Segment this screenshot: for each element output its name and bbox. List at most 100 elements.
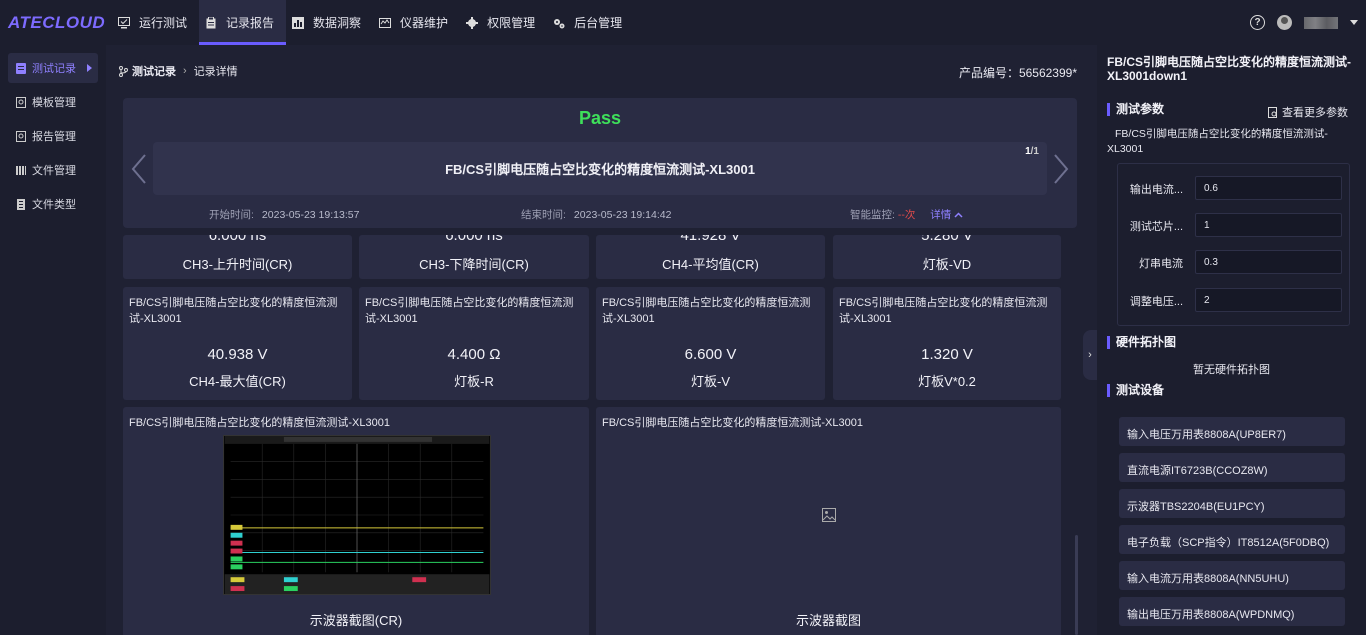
main-nav: 运行测试 记录报告 数据洞察 仪器维护 权限管理 后台管理 [112,0,634,45]
card-title: FB/CS引脚电压随占空比变化的精度恒流测试-XL3001 [602,297,811,325]
equipment-item[interactable]: 直流电源IT6723B(CCOZ8W) [1119,453,1345,482]
start-time-value: 2023-05-23 19:13:57 [261,209,360,221]
param-label: 测试芯片... [1129,221,1183,233]
detail-link[interactable]: 详情 [930,209,963,221]
equipment-item[interactable]: 输出电压万用表8808A(WPDNMQ) [1119,597,1345,626]
help-icon[interactable]: ? [1250,15,1265,30]
card-label: 灯板-VD [922,257,972,272]
nav-item-records[interactable]: 记录报告 [199,0,287,45]
nav-label: 权限管理 [487,16,536,30]
page-total: /1 [1030,146,1039,157]
clipboard-icon [206,16,216,28]
equipment-item[interactable]: 输入电流万用表8808A(NN5UHU) [1119,561,1345,590]
user-area: ? [1250,0,1358,45]
card-label: 示波器截图 [795,613,861,628]
nav-label: 仪器维护 [400,16,449,30]
value-card: FB/CS引脚电压随占空比变化的精度恒流测试-XL3001 40.938 V C… [123,287,352,400]
card-label: CH3-下降时间(CR) [419,257,529,272]
nav-label: 后台管理 [574,16,623,30]
param-label: 灯串电流 [1139,258,1183,270]
card-title: FB/CS引脚电压随占空比变化的精度恒流测试-XL3001 [365,297,574,325]
sidebar-item-label: 模板管理 [32,97,76,109]
card-label: CH4-最大值(CR) [189,374,286,389]
main-content: 测试记录 › 记录详情 产品编号：56562399* Pass FB/CS引脚电… [106,45,1082,635]
card-value: 4.400 Ω [447,346,501,363]
equipment-item[interactable]: 示波器TBS2204B(EU1PCY) [1119,489,1345,518]
sidebar-item-file-types[interactable]: 文件类型 [8,189,98,219]
sidebar-item-label: 报告管理 [32,131,76,143]
param-value: 2 [1195,288,1342,312]
equipment-item[interactable]: 电子负载（SCP指令）IT8512A(5F0DBQ) [1119,525,1345,554]
sidebar-item-files[interactable]: 文件管理 [8,155,98,185]
param-label: 输出电流... [1129,184,1183,196]
username-masked[interactable] [1304,16,1338,29]
app-logo[interactable]: ATECLOUD [0,13,112,33]
card-label: 灯板-R [454,374,494,389]
panel-title: FB/CS引脚电压随占空比变化的精度恒流测试-XL3001down1 [1107,55,1351,83]
card-value: 6.000 ns [208,235,267,244]
sidebar-item-test-records[interactable]: 测试记录 [8,53,98,83]
chevron-down-icon[interactable] [1350,20,1358,25]
result-header-card: Pass FB/CS引脚电压随占空比变化的精度恒流测试-XL3001 1/1 开… [123,98,1077,228]
section-heading-topology: 硬件拓扑图 [1107,336,1176,349]
param-value: 0.3 [1195,250,1342,274]
params-test-name: FB/CS引脚电压随占空比变化的精度恒流测试-XL3001 [1107,128,1328,155]
gear-icon [466,16,479,29]
value-card: 5.280 V 灯板-VD [833,235,1061,279]
param-value: 1 [1195,213,1342,237]
value-card: FB/CS引脚电压随占空比变化的精度恒流测试-XL3001 6.600 V 灯板… [596,287,825,400]
nav-item-run-test[interactable]: 运行测试 [112,0,199,45]
section-heading-equipment: 测试设备 [1107,384,1164,397]
breadcrumb: 测试记录 › 记录详情 [118,63,238,79]
prev-arrow-icon[interactable] [131,154,147,184]
files-icon [16,165,26,175]
card-title: FB/CS引脚电压随占空比变化的精度恒流测试-XL3001 [839,297,1048,325]
breadcrumb-root[interactable]: 测试记录 [132,63,176,79]
search-doc-icon [1268,106,1277,118]
nav-label: 运行测试 [139,16,188,30]
param-label: 调整电压... [1129,296,1183,308]
next-arrow-icon[interactable] [1053,154,1069,184]
nav-item-insights[interactable]: 数据洞察 [286,0,373,45]
end-time-value: 2023-05-23 19:14:42 [573,209,672,221]
card-value: 6.000 ns [445,235,503,244]
card-label: 灯板-V [690,374,730,389]
nav-item-admin[interactable]: 后台管理 [547,0,634,45]
nav-item-permissions[interactable]: 权限管理 [460,0,547,45]
caret-right-icon [87,64,92,72]
image-card: FB/CS引脚电压随占空比变化的精度恒流测试-XL3001 示波器截图 [596,407,1061,635]
params-list: 输出电流... 0.6 测试芯片... 1 灯串电流 0.3 调整电压... 2 [1117,163,1350,326]
card-title: FB/CS引脚电压随占空比变化的精度恒流测试-XL3001 [129,417,390,429]
card-label: CH3-上升时间(CR) [182,257,293,272]
product-number: 产品编号：56562399* [958,66,1077,80]
card-value: 41.928 V [680,235,741,244]
sidebar-item-reports[interactable]: 报告管理 [8,121,98,151]
oscilloscope-screenshot[interactable] [223,435,491,595]
monitor-check-icon [118,16,130,28]
main-scrollbar[interactable] [1075,535,1078,635]
instrument-icon [379,17,392,28]
monitor-label: 智能监控: [850,209,895,221]
card-value: 1.320 V [921,346,973,363]
card-label: CH4-平均值(CR) [662,257,759,272]
detail-link-label: 详情 [930,209,952,221]
end-time-label: 结束时间: [521,209,566,221]
nav-label: 记录报告 [226,16,275,30]
nav-item-instruments[interactable]: 仪器维护 [373,0,460,45]
collapse-panel-toggle[interactable]: › [1083,330,1097,380]
value-card: FB/CS引脚电压随占空比变化的精度恒流测试-XL3001 1.320 V 灯板… [833,287,1061,400]
avatar[interactable] [1277,15,1292,30]
equipment-item[interactable]: 输入电压万用表8808A(UP8ER7) [1119,417,1345,446]
sidebar-item-templates[interactable]: 模板管理 [8,87,98,117]
card-value: 40.938 V [207,346,268,363]
start-time-label: 开始时间: [209,209,254,221]
nav-label: 数据洞察 [313,16,362,30]
more-params-link[interactable]: 查看更多参数 [1268,104,1348,120]
chevron-right-icon: › [183,65,187,77]
image-placeholder-icon[interactable] [822,508,836,522]
chevron-up-icon [954,212,963,218]
section-heading-params: 测试参数 [1107,103,1164,116]
param-row: 测试芯片... 1 [1118,213,1351,237]
image-card: FB/CS引脚电压随占空比变化的精度恒流测试-XL3001 示波器截图(CR) [123,407,589,635]
bar-chart-icon [292,16,305,29]
